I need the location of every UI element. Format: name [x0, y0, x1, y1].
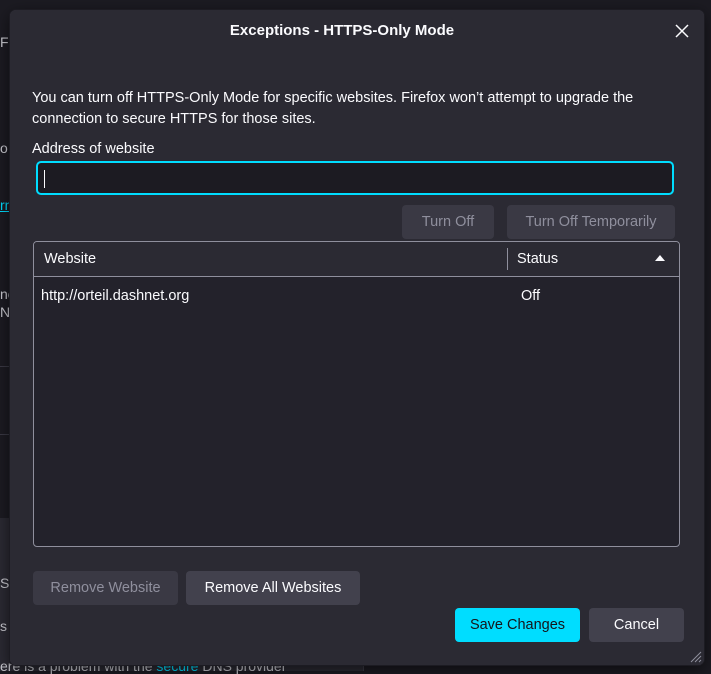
exceptions-table: Website Status http://orteil.dashnet.org… [33, 241, 680, 547]
background-text: o [0, 140, 8, 156]
turn-off-button[interactable]: Turn Off [402, 205, 494, 239]
background-text: S [0, 575, 10, 591]
text-caret [44, 170, 45, 188]
https-exceptions-dialog: Exceptions - HTTPS-Only Mode You can tur… [10, 10, 704, 665]
dialog-content: You can turn off HTTPS-Only Mode for spe… [10, 52, 704, 665]
close-icon [675, 24, 689, 38]
remove-all-websites-button[interactable]: Remove All Websites [186, 571, 360, 605]
save-changes-button[interactable]: Save Changes [455, 608, 580, 642]
background-divider [0, 366, 10, 367]
background-divider [0, 434, 10, 435]
cell-status: Off [521, 288, 541, 304]
column-header-website[interactable]: Website [44, 251, 96, 267]
remove-website-button[interactable]: Remove Website [33, 571, 178, 605]
column-header-status[interactable]: Status [517, 251, 558, 267]
address-input[interactable] [36, 161, 674, 195]
sort-ascending-icon [655, 255, 665, 261]
cell-website: http://orteil.dashnet.org [41, 288, 190, 304]
dialog-titlebar: Exceptions - HTTPS-Only Mode [10, 10, 704, 52]
turn-off-temporarily-button[interactable]: Turn Off Temporarily [507, 205, 675, 239]
dialog-title: Exceptions - HTTPS-Only Mode [229, 22, 455, 39]
table-header: Website Status [34, 242, 679, 277]
column-divider[interactable] [507, 248, 508, 270]
address-label: Address of website [32, 141, 155, 157]
table-row[interactable]: http://orteil.dashnet.org Off [34, 277, 679, 313]
dialog-description: You can turn off HTTPS-Only Mode for spe… [32, 90, 634, 127]
cancel-button[interactable]: Cancel [589, 608, 684, 642]
background-text: s [0, 618, 7, 634]
close-button[interactable] [668, 17, 696, 45]
resize-grip-icon[interactable] [688, 649, 702, 663]
